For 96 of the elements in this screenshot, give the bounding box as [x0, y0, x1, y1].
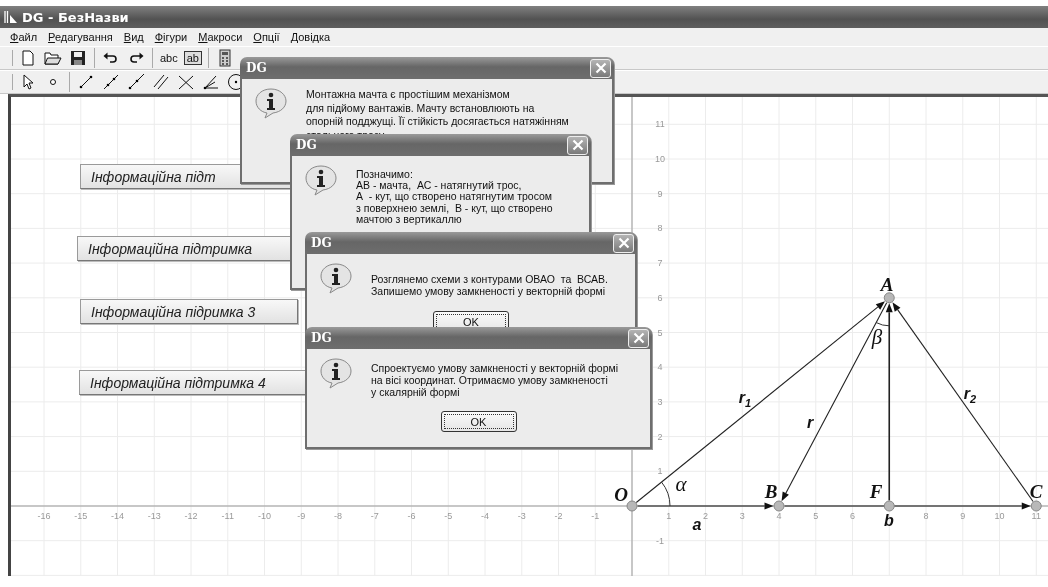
info-icon — [319, 357, 353, 389]
text-field-tool-button[interactable]: ab — [183, 51, 202, 65]
text-tool-button[interactable]: abc — [159, 52, 179, 64]
point-label: B — [764, 481, 778, 503]
tick-label: 7 — [657, 258, 663, 269]
tick-label: 11 — [1031, 511, 1041, 521]
tick-label: -5 — [444, 511, 453, 521]
tick-label: 9 — [657, 188, 663, 199]
tick-label: -12 — [184, 511, 198, 521]
ray-icon[interactable] — [127, 73, 145, 91]
tick-label: 8 — [657, 223, 663, 234]
point-label: O — [614, 484, 628, 506]
tick-label: 4 — [776, 511, 782, 521]
point-dot[interactable] — [773, 500, 785, 512]
dialog-title: DG — [311, 331, 332, 345]
close-icon — [594, 62, 607, 74]
menu-item[interactable]: Редагування — [43, 30, 119, 44]
tick-label: 8 — [923, 511, 929, 521]
segment-icon[interactable] — [77, 73, 95, 91]
point-dot[interactable] — [883, 292, 895, 304]
tick-label: 10 — [994, 511, 1005, 521]
close-button[interactable] — [628, 328, 649, 348]
line-icon[interactable] — [102, 73, 120, 91]
tick-label: 5 — [813, 511, 819, 521]
tick-label: -15 — [74, 511, 88, 521]
close-button[interactable] — [567, 135, 588, 155]
tick-label: 3 — [657, 396, 663, 407]
angle-label: β — [871, 324, 883, 350]
tick-label: 1 — [666, 511, 672, 521]
point-label: A — [880, 274, 894, 296]
calculator-icon[interactable] — [216, 49, 234, 67]
menu-item[interactable]: Макроси — [193, 30, 249, 44]
vector-label: a — [692, 516, 702, 534]
tick-label: -7 — [370, 511, 379, 521]
page-icon[interactable] — [19, 49, 37, 67]
info-icon — [319, 262, 353, 294]
tick-label: 10 — [655, 154, 665, 164]
tick-label: -11 — [221, 511, 234, 521]
tick-label: 11 — [655, 119, 665, 130]
angle-icon[interactable] — [202, 73, 220, 91]
folder-icon[interactable] — [44, 49, 62, 67]
point-dot[interactable] — [1030, 500, 1042, 512]
tick-label: -1 — [656, 535, 664, 546]
info-button[interactable]: Інформаційна підримка 3 — [80, 299, 298, 324]
tick-label: 2 — [703, 511, 708, 521]
vector-label: r$_{2}$ — [963, 385, 977, 405]
parallel-lines-icon[interactable] — [152, 73, 170, 91]
tick-label: -8 — [334, 511, 342, 521]
tick-label: 3 — [739, 511, 745, 521]
window-title: DG - БезНазви — [22, 9, 129, 25]
point-dot[interactable] — [626, 500, 638, 512]
tick-label: -16 — [37, 511, 51, 521]
vector-label: r — [806, 414, 814, 432]
app-icon — [4, 10, 18, 24]
point-dot[interactable] — [883, 500, 895, 512]
menu-item[interactable]: Довідка — [285, 30, 337, 44]
dialog-message: Спроектуємо умову замкненості у векторній формі на вісі координат. Отримаємо умову замкненості у скалярній формі — [371, 363, 620, 399]
close-button[interactable] — [590, 58, 611, 78]
tick-label: 6 — [850, 511, 855, 521]
info-icon — [304, 164, 338, 196]
tick-label: 4 — [657, 362, 663, 373]
tick-label: 6 — [657, 292, 663, 303]
tick-label: -10 — [258, 511, 271, 521]
angle-label: α — [675, 471, 687, 497]
angle-arc — [875, 322, 890, 327]
vector-label: b — [884, 512, 894, 530]
info-icon — [254, 87, 288, 119]
close-icon — [571, 139, 584, 151]
point-label: C — [1029, 481, 1043, 503]
close-icon — [617, 237, 630, 249]
ok-button[interactable]: OK — [440, 411, 517, 433]
crossing-lines-icon[interactable] — [177, 73, 195, 91]
dialog-message: Розглянемо схеми з контурами ОВАО та ВСАВ. Запишемо умову замкненості у векторній формі — [371, 274, 610, 297]
tick-label: -14 — [111, 511, 124, 521]
dialog-message: Позначимо: АВ - мачта, АС - натягнутий трос, А - кут, що створено натягнутим тросом з поверхнею землі, В - кут, що створено мачтою з вертикаллю — [356, 169, 554, 225]
tick-label: -4 — [481, 511, 489, 521]
dialog-title: DG — [246, 61, 267, 75]
menu-item[interactable]: Фігури — [149, 30, 194, 44]
tick-label: 5 — [657, 327, 663, 338]
tick-label: -2 — [554, 511, 563, 521]
tick-label: 1 — [657, 466, 663, 477]
tick-label: 2 — [657, 431, 663, 442]
angle-arc — [661, 481, 671, 507]
menu-item[interactable]: Вид — [118, 30, 150, 44]
close-button[interactable] — [613, 233, 634, 253]
menu-item[interactable]: Опції — [248, 30, 286, 44]
tick-label: 9 — [960, 511, 966, 521]
tick-label: -3 — [517, 511, 526, 521]
tick-label: -6 — [407, 511, 416, 521]
menu-item[interactable]: Файл — [5, 30, 44, 44]
tick-label: -1 — [591, 511, 600, 521]
tick-label: -9 — [297, 511, 306, 521]
vector-label: r$_{1}$ — [738, 389, 752, 409]
point-label: F — [869, 481, 883, 503]
close-icon — [632, 332, 645, 344]
tick-label: -13 — [147, 511, 161, 521]
